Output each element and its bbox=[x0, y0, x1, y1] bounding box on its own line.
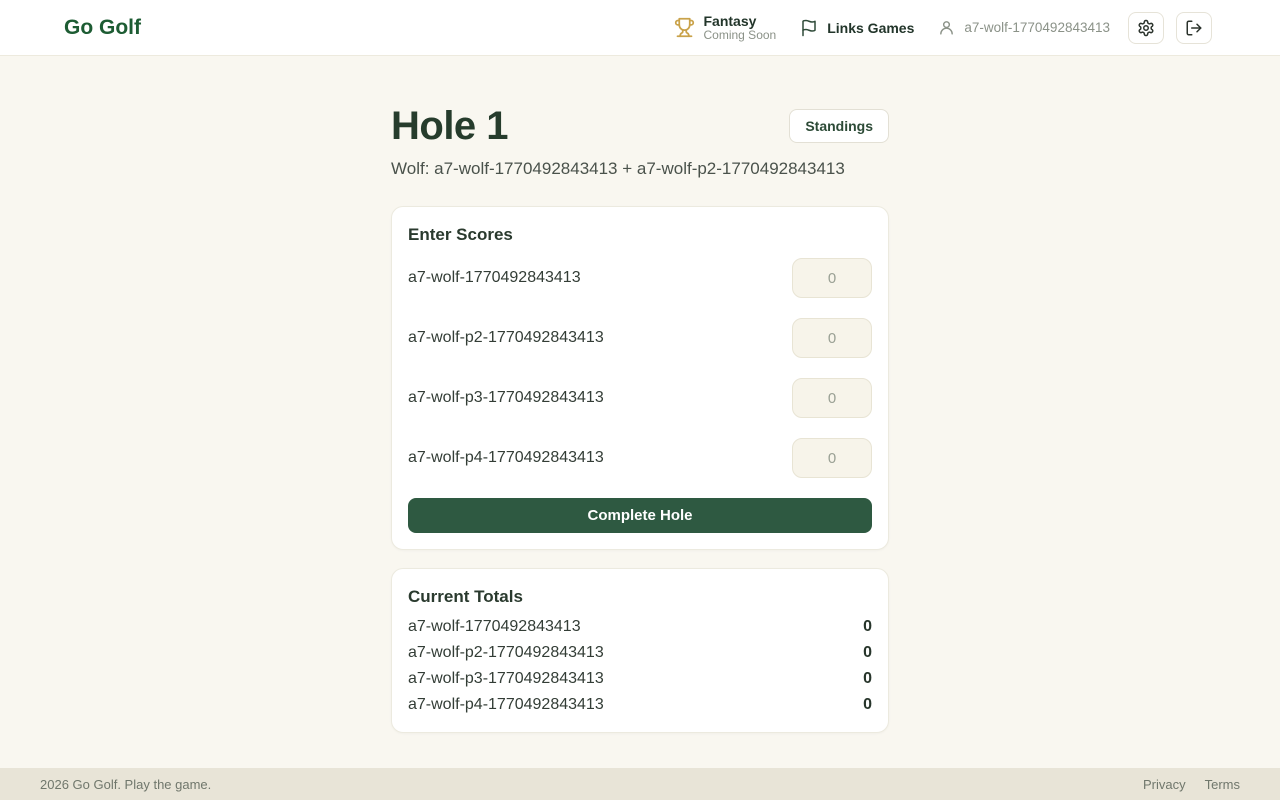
header-nav: Fantasy Coming Soon Links Games a7-wolf-… bbox=[674, 12, 1213, 44]
complete-hole-button[interactable]: Complete Hole bbox=[408, 498, 872, 533]
total-player-name: a7-wolf-1770492843413 bbox=[408, 614, 581, 640]
links-games-label: Links Games bbox=[827, 20, 914, 36]
total-value: 0 bbox=[863, 614, 872, 640]
score-row: a7-wolf-1770492843413 bbox=[408, 258, 872, 298]
total-value: 0 bbox=[863, 640, 872, 666]
score-input-player-2[interactable] bbox=[792, 318, 872, 358]
header-button-group bbox=[1128, 12, 1212, 44]
fantasy-label: Fantasy bbox=[704, 13, 777, 29]
player-name: a7-wolf-p3-1770492843413 bbox=[408, 389, 604, 407]
fantasy-text: Fantasy Coming Soon bbox=[704, 13, 777, 43]
user-icon bbox=[938, 19, 955, 36]
footer-copyright: 2026 Go Golf. Play the game. bbox=[40, 777, 211, 792]
enter-scores-card: Enter Scores a7-wolf-1770492843413 a7-wo… bbox=[391, 206, 889, 550]
nav-item-fantasy[interactable]: Fantasy Coming Soon bbox=[674, 13, 777, 43]
settings-button[interactable] bbox=[1128, 12, 1164, 44]
score-input-player-1[interactable] bbox=[792, 258, 872, 298]
score-row: a7-wolf-p2-1770492843413 bbox=[408, 318, 872, 358]
content-container: Hole 1 Standings Wolf: a7-wolf-177049284… bbox=[391, 56, 889, 733]
main-content: Hole 1 Standings Wolf: a7-wolf-177049284… bbox=[0, 56, 1280, 768]
app-logo[interactable]: Go Golf bbox=[64, 16, 141, 40]
player-name: a7-wolf-1770492843413 bbox=[408, 269, 581, 287]
player-name: a7-wolf-p4-1770492843413 bbox=[408, 449, 604, 467]
title-row: Hole 1 Standings bbox=[391, 106, 889, 146]
privacy-link[interactable]: Privacy bbox=[1143, 777, 1186, 792]
current-totals-title: Current Totals bbox=[408, 587, 872, 607]
score-row: a7-wolf-p3-1770492843413 bbox=[408, 378, 872, 418]
score-input-player-4[interactable] bbox=[792, 438, 872, 478]
total-row: a7-wolf-1770492843413 0 bbox=[408, 614, 872, 640]
logout-icon bbox=[1185, 19, 1203, 37]
nav-item-user[interactable]: a7-wolf-1770492843413 bbox=[938, 19, 1110, 36]
total-player-name: a7-wolf-p3-1770492843413 bbox=[408, 666, 604, 692]
footer: 2026 Go Golf. Play the game. Privacy Ter… bbox=[0, 768, 1280, 800]
total-player-name: a7-wolf-p4-1770492843413 bbox=[408, 692, 604, 718]
fantasy-sublabel: Coming Soon bbox=[704, 29, 777, 43]
wolf-subtitle: Wolf: a7-wolf-1770492843413 + a7-wolf-p2… bbox=[391, 159, 889, 179]
terms-link[interactable]: Terms bbox=[1205, 777, 1240, 792]
score-input-player-3[interactable] bbox=[792, 378, 872, 418]
total-row: a7-wolf-p3-1770492843413 0 bbox=[408, 666, 872, 692]
enter-scores-title: Enter Scores bbox=[408, 225, 872, 245]
score-row: a7-wolf-p4-1770492843413 bbox=[408, 438, 872, 478]
gear-icon bbox=[1137, 19, 1155, 37]
logout-button[interactable] bbox=[1176, 12, 1212, 44]
total-player-name: a7-wolf-p2-1770492843413 bbox=[408, 640, 604, 666]
header: Go Golf Fantasy Coming Soon bbox=[0, 0, 1280, 56]
nav-item-links-games[interactable]: Links Games bbox=[800, 19, 914, 37]
current-totals-card: Current Totals a7-wolf-1770492843413 0 a… bbox=[391, 568, 889, 733]
trophy-icon bbox=[674, 17, 695, 38]
username-text: a7-wolf-1770492843413 bbox=[964, 20, 1110, 35]
total-value: 0 bbox=[863, 692, 872, 718]
total-row: a7-wolf-p4-1770492843413 0 bbox=[408, 692, 872, 718]
footer-links: Privacy Terms bbox=[1143, 777, 1240, 792]
total-value: 0 bbox=[863, 666, 872, 692]
page-title: Hole 1 bbox=[391, 106, 508, 146]
standings-button[interactable]: Standings bbox=[789, 109, 889, 143]
total-row: a7-wolf-p2-1770492843413 0 bbox=[408, 640, 872, 666]
flag-icon bbox=[800, 19, 818, 37]
player-name: a7-wolf-p2-1770492843413 bbox=[408, 329, 604, 347]
